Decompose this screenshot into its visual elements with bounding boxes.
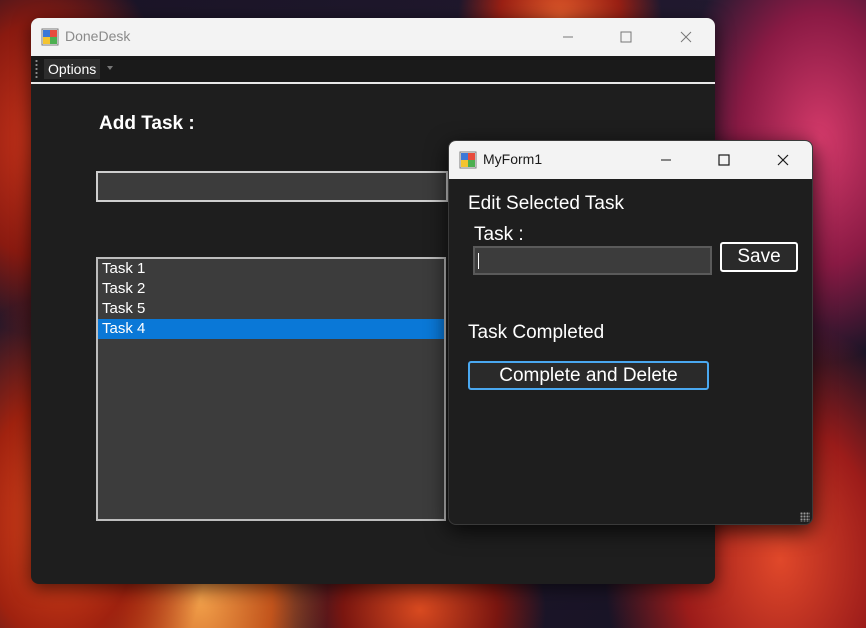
close-icon xyxy=(680,31,692,43)
app-icon xyxy=(459,151,477,169)
list-item-selected[interactable]: Task 4 xyxy=(98,319,444,339)
save-button[interactable]: Save xyxy=(720,242,798,272)
add-task-label: Add Task : xyxy=(99,113,195,134)
task-edit-input[interactable] xyxy=(473,246,712,275)
dialog-title: MyForm1 xyxy=(483,151,543,167)
text-caret xyxy=(478,253,479,269)
edit-task-dialog: MyForm1 Edit Selected Task Task : Save T… xyxy=(448,140,813,525)
maximize-button[interactable] xyxy=(597,18,655,56)
dialog-minimize-button[interactable] xyxy=(637,141,695,179)
resize-grip-icon[interactable] xyxy=(800,512,810,522)
close-icon xyxy=(777,154,789,166)
minimize-icon xyxy=(661,159,671,161)
dialog-titlebar[interactable]: MyForm1 xyxy=(449,141,812,179)
toolstrip-grip[interactable] xyxy=(35,59,38,79)
add-task-input[interactable] xyxy=(96,171,448,202)
list-item[interactable]: Task 5 xyxy=(98,299,444,319)
chevron-down-icon[interactable] xyxy=(107,66,113,70)
task-completed-label: Task Completed xyxy=(468,322,605,343)
maximize-icon xyxy=(620,31,632,43)
task-field-label: Task : xyxy=(474,224,524,245)
maximize-icon xyxy=(718,154,730,166)
task-list[interactable]: Task 1 Task 2 Task 5 Task 4 xyxy=(96,257,446,521)
minimize-icon xyxy=(563,36,573,38)
dialog-maximize-button[interactable] xyxy=(695,141,753,179)
minimize-button[interactable] xyxy=(539,18,597,56)
dialog-close-button[interactable] xyxy=(754,141,812,179)
list-item[interactable]: Task 1 xyxy=(98,259,444,279)
close-button[interactable] xyxy=(657,18,715,56)
window-title: DoneDesk xyxy=(65,28,131,44)
list-item[interactable]: Task 2 xyxy=(98,279,444,299)
complete-and-delete-button[interactable]: Complete and Delete xyxy=(468,361,709,390)
app-icon xyxy=(41,28,59,46)
menu-bar: Options xyxy=(31,56,715,84)
main-titlebar[interactable]: DoneDesk xyxy=(31,18,715,56)
menu-options[interactable]: Options xyxy=(44,59,101,79)
edit-heading: Edit Selected Task xyxy=(468,193,624,214)
